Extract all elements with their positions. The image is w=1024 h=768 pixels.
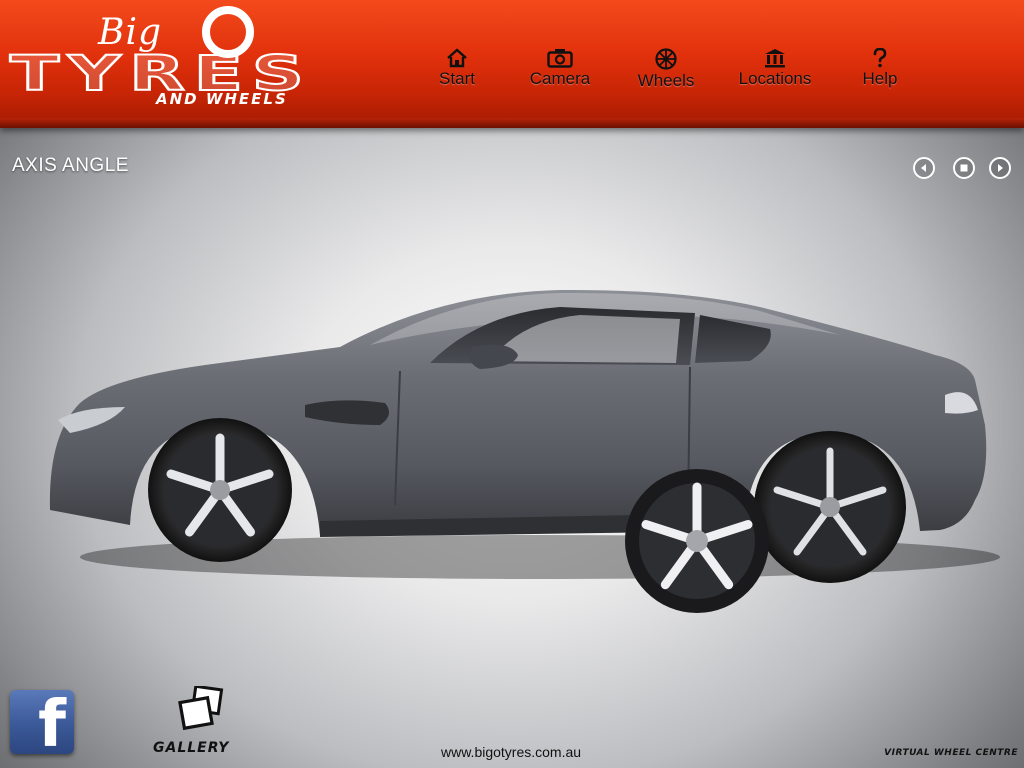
wheel-preview-icon[interactable] — [622, 467, 772, 615]
car-image — [49, 289, 1000, 583]
building-icon — [765, 49, 785, 68]
nav-wheels[interactable]: Wheels — [635, 48, 697, 91]
nav-label: Camera — [529, 69, 591, 88]
gallery-label: GALLERY — [153, 740, 230, 756]
stop-button[interactable] — [953, 157, 975, 179]
nav-label: Locations — [738, 69, 812, 88]
stop-icon — [960, 164, 968, 172]
nav-locations[interactable]: Locations — [735, 48, 815, 89]
gallery-icon — [178, 686, 224, 731]
main-nav: Start Camera Wheels Locations Help — [0, 48, 1024, 98]
website-url[interactable]: www.bigotyres.com.au — [441, 744, 581, 760]
nav-label: Start — [439, 69, 475, 88]
prev-icon — [921, 164, 926, 172]
nav-help[interactable]: Help — [860, 48, 900, 89]
next-icon — [998, 164, 1003, 172]
nav-start[interactable]: Start — [437, 48, 477, 89]
camera-icon — [547, 49, 573, 68]
home-icon — [447, 48, 467, 68]
next-button[interactable] — [989, 157, 1011, 179]
header-bar: Big TYRES TYRES AND WHEELS Start Camera — [0, 0, 1024, 128]
tagline: VIRTUAL WHEEL CENTRE — [884, 748, 1018, 758]
gallery-button[interactable]: GALLERY — [150, 686, 260, 758]
prev-button[interactable] — [913, 157, 935, 179]
facebook-button[interactable]: f — [10, 690, 74, 754]
page-title: AXIS ANGLE — [12, 155, 129, 176]
question-icon — [873, 48, 887, 68]
wheel-icon — [655, 48, 677, 70]
nav-label: Wheels — [637, 71, 695, 90]
nav-camera[interactable]: Camera — [526, 48, 594, 89]
nav-label: Help — [862, 69, 898, 88]
facebook-icon: f — [38, 690, 66, 754]
